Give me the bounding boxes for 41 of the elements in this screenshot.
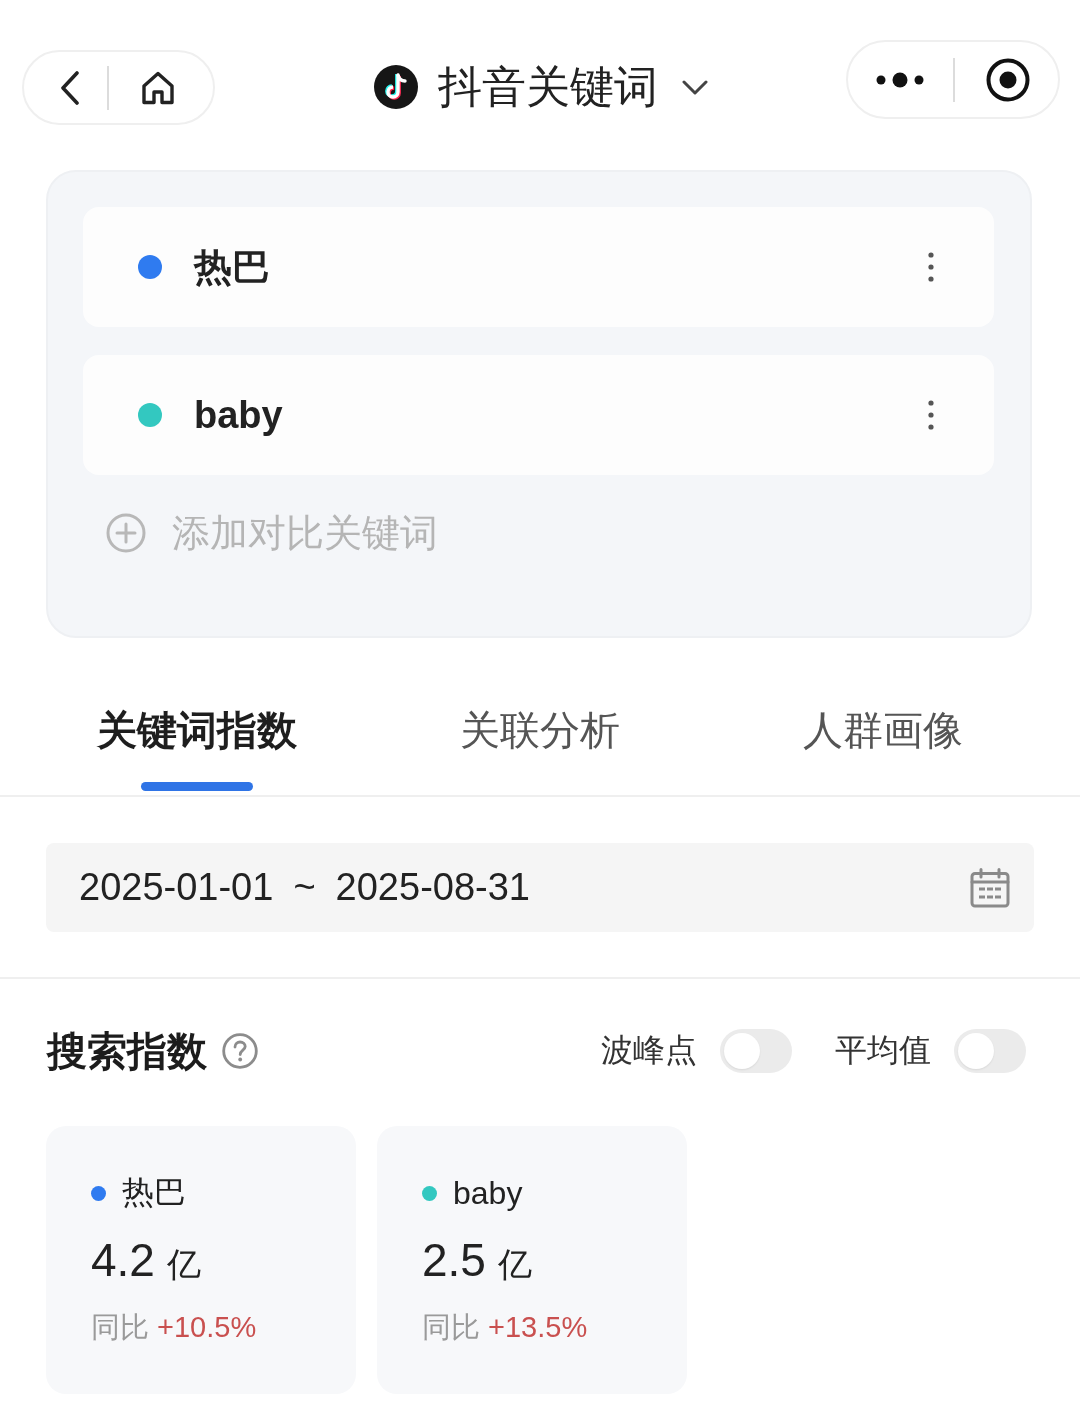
keyword-row[interactable]: baby <box>83 355 994 475</box>
home-button[interactable] <box>141 70 175 105</box>
plus-circle-icon <box>106 513 146 553</box>
home-icon <box>141 70 175 105</box>
back-icon <box>60 70 80 105</box>
keyword-name: 热巴 <box>194 244 270 290</box>
target-icon <box>986 57 1030 102</box>
toggle-switch[interactable] <box>954 1029 1026 1073</box>
stat-unit: 亿 <box>166 1244 201 1285</box>
kebab-icon <box>928 400 934 430</box>
target-button[interactable] <box>986 57 1030 102</box>
date-range-field[interactable]: 2025-01-01 ~ 2025-08-31 <box>46 843 1034 932</box>
tab[interactable]: 关联分析 <box>368 700 711 791</box>
calendar-icon <box>970 867 1010 908</box>
toggle-label: 平均值 <box>835 1031 931 1070</box>
tab[interactable]: 人群画像 <box>711 700 1054 791</box>
kebab-icon <box>928 252 934 282</box>
help-icon[interactable] <box>222 1033 258 1069</box>
more-options-button[interactable] <box>928 400 934 430</box>
keyword-row[interactable]: 热巴 <box>83 207 994 327</box>
stat-value: 4.2 <box>91 1233 155 1288</box>
keyword-name: baby <box>194 393 283 437</box>
stat-value: 2.5 <box>422 1233 486 1288</box>
page-title-button[interactable]: 抖音关键词 <box>374 61 708 113</box>
series-name: baby <box>453 1174 523 1212</box>
more-icon <box>876 70 924 89</box>
stat-unit: 亿 <box>497 1244 532 1285</box>
change-label: 同比 <box>91 1310 149 1345</box>
more-button[interactable] <box>876 70 924 89</box>
more-options-button[interactable] <box>928 252 934 282</box>
tab[interactable]: 关键词指数 <box>25 700 368 791</box>
section-title: 搜索指数 <box>47 1027 207 1075</box>
toggle-switch[interactable] <box>720 1029 792 1073</box>
back-button[interactable] <box>60 70 80 105</box>
music-note-logo-icon <box>374 65 418 109</box>
change-value: +13.5% <box>488 1311 588 1344</box>
change-label: 同比 <box>422 1310 480 1345</box>
series-name: 热巴 <box>122 1173 186 1212</box>
toggle-label: 波峰点 <box>601 1031 697 1070</box>
chevron-down-icon <box>682 79 708 95</box>
change-value: +10.5% <box>157 1311 257 1344</box>
